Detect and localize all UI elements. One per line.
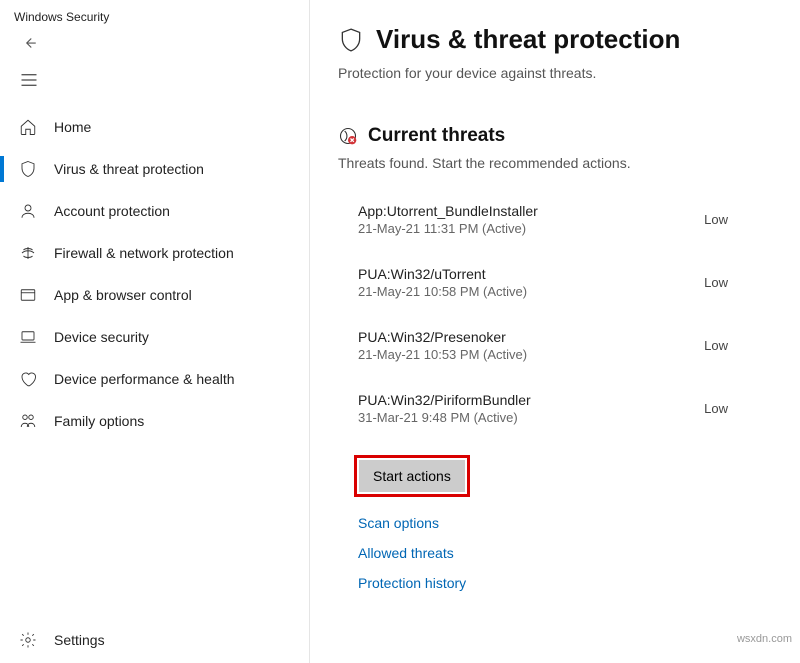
threat-item[interactable]: PUA:Win32/PiriformBundler 31-Mar-21 9:48… (338, 392, 768, 425)
threat-info: PUA:Win32/Presenoker 21-May-21 10:53 PM … (358, 329, 527, 362)
threat-severity: Low (704, 401, 768, 416)
sidebar-item-label: Settings (54, 632, 105, 648)
laptop-icon (18, 327, 38, 347)
sidebar-item-label: Family options (54, 413, 144, 429)
threat-name: PUA:Win32/uTorrent (358, 266, 527, 282)
sidebar-item-label: Device security (54, 329, 149, 345)
sidebar-item-account[interactable]: Account protection (0, 190, 309, 232)
sidebar-item-virus-threat[interactable]: Virus & threat protection (0, 148, 309, 190)
sidebar-item-label: Device performance & health (54, 371, 235, 387)
home-icon (18, 117, 38, 137)
protection-history-link[interactable]: Protection history (358, 575, 768, 591)
watermark: wsxdn.com (737, 633, 792, 645)
back-button[interactable] (0, 30, 309, 65)
threat-severity: Low (704, 212, 768, 227)
threat-severity: Low (704, 275, 768, 290)
start-actions-button[interactable]: Start actions (359, 460, 465, 492)
sidebar-item-label: Virus & threat protection (54, 161, 204, 177)
sidebar-item-home[interactable]: Home (0, 106, 309, 148)
threat-name: PUA:Win32/Presenoker (358, 329, 527, 345)
menu-button[interactable] (0, 65, 309, 106)
threat-info: PUA:Win32/uTorrent 21-May-21 10:58 PM (A… (358, 266, 527, 299)
threat-item[interactable]: PUA:Win32/uTorrent 21-May-21 10:58 PM (A… (338, 266, 768, 299)
browser-icon (18, 285, 38, 305)
page-header: Virus & threat protection (338, 24, 768, 55)
heart-icon (18, 369, 38, 389)
sidebar-item-app-browser[interactable]: App & browser control (0, 274, 309, 316)
person-icon (18, 201, 38, 221)
threat-info: PUA:Win32/PiriformBundler 31-Mar-21 9:48… (358, 392, 531, 425)
sidebar-item-label: App & browser control (54, 287, 192, 303)
sidebar-item-device-security[interactable]: Device security (0, 316, 309, 358)
nav: Home Virus & threat protection Account p… (0, 106, 309, 617)
family-icon (18, 411, 38, 431)
threat-name: App:Utorrent_BundleInstaller (358, 203, 538, 219)
sidebar-item-firewall[interactable]: Firewall & network protection (0, 232, 309, 274)
shield-icon (18, 159, 38, 179)
section-title: Current threats (368, 125, 505, 147)
shield-icon (338, 25, 364, 55)
threat-item[interactable]: App:Utorrent_BundleInstaller 21-May-21 1… (338, 203, 768, 236)
sidebar-item-label: Home (54, 119, 91, 135)
page-subtitle: Protection for your device against threa… (338, 65, 768, 81)
threat-date: 31-Mar-21 9:48 PM (Active) (358, 410, 531, 425)
sidebar: Windows Security Home Virus & threat pro… (0, 0, 310, 663)
threat-date: 21-May-21 11:31 PM (Active) (358, 221, 538, 236)
scan-options-link[interactable]: Scan options (358, 515, 768, 531)
highlight-annotation: Start actions (354, 455, 470, 497)
app-title: Windows Security (0, 0, 309, 30)
main-content: Virus & threat protection Protection for… (310, 0, 800, 663)
sidebar-item-family[interactable]: Family options (0, 400, 309, 442)
threat-severity: Low (704, 338, 768, 353)
allowed-threats-link[interactable]: Allowed threats (358, 545, 768, 561)
threat-info: App:Utorrent_BundleInstaller 21-May-21 1… (358, 203, 538, 236)
arrow-left-icon (20, 34, 38, 52)
network-icon (18, 243, 38, 263)
gear-icon (18, 630, 38, 650)
threat-alert-icon (338, 126, 358, 146)
sidebar-item-settings[interactable]: Settings (0, 617, 309, 663)
sidebar-item-performance[interactable]: Device performance & health (0, 358, 309, 400)
sidebar-item-label: Account protection (54, 203, 170, 219)
page-title: Virus & threat protection (376, 24, 680, 55)
sidebar-item-label: Firewall & network protection (54, 245, 234, 261)
threat-date: 21-May-21 10:58 PM (Active) (358, 284, 527, 299)
threat-item[interactable]: PUA:Win32/Presenoker 21-May-21 10:53 PM … (338, 329, 768, 362)
threat-name: PUA:Win32/PiriformBundler (358, 392, 531, 408)
section-header: Current threats (338, 125, 768, 147)
section-subtitle: Threats found. Start the recommended act… (338, 155, 768, 171)
threat-date: 21-May-21 10:53 PM (Active) (358, 347, 527, 362)
hamburger-icon (20, 73, 38, 87)
